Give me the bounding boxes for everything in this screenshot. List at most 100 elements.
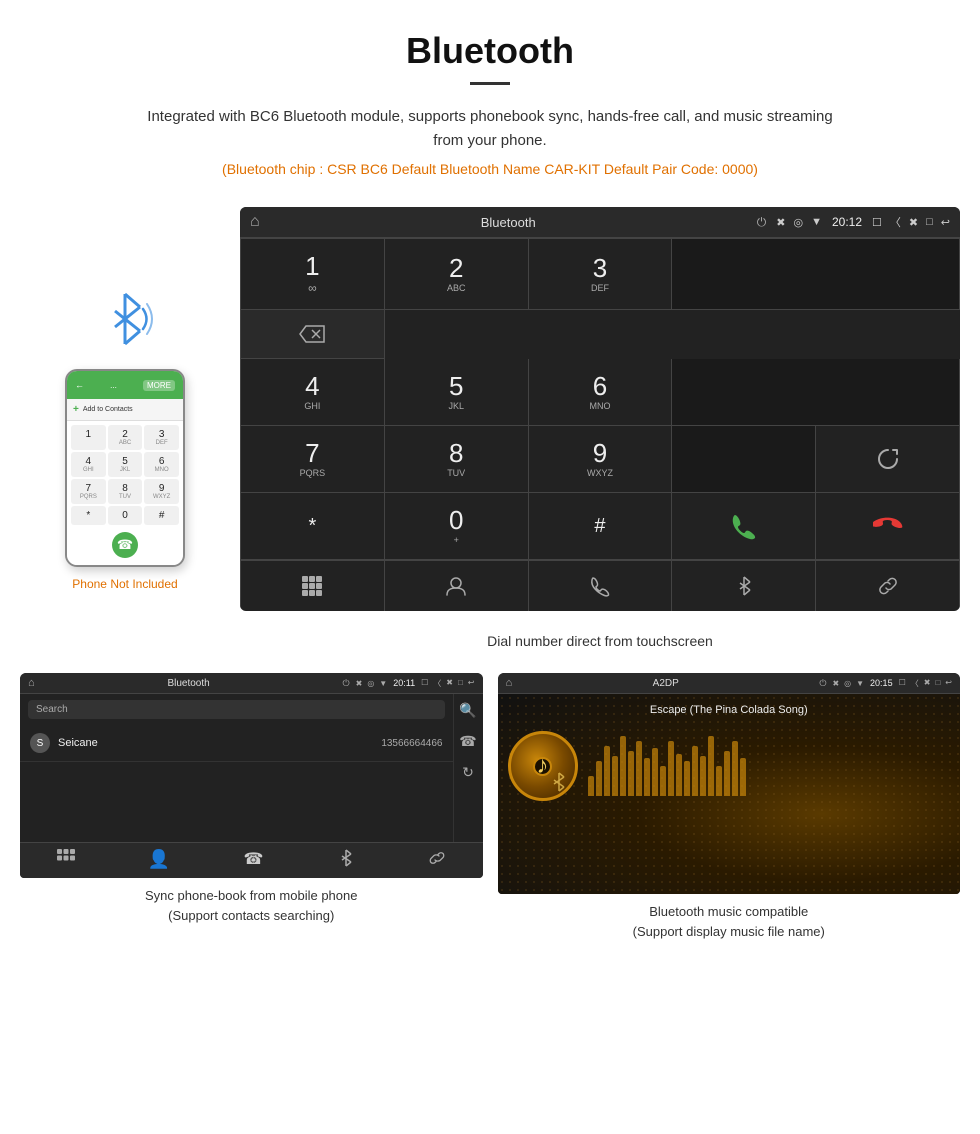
phone-key-1[interactable]: 1 (71, 425, 106, 450)
phone-key-5[interactable]: 5JKL (108, 452, 143, 477)
pb-win-icon[interactable]: □ (458, 678, 463, 689)
usb-icon: ⏻ (757, 215, 767, 230)
mu-extra-icons: ☐ 〈 ✖ □ ↩ (899, 678, 952, 689)
mu-time: 20:15 (870, 678, 893, 688)
link-bottom-icon[interactable] (816, 561, 960, 611)
mu-close-icon[interactable]: ✖ (924, 678, 931, 689)
pb-cam-icon[interactable]: ☐ (421, 678, 428, 689)
key-4[interactable]: 4 GHI (241, 359, 385, 426)
contacts-bottom-icon[interactable] (385, 561, 529, 611)
pb-close-icon[interactable]: ✖ (446, 678, 453, 689)
pb-home-icon[interactable]: ⌂ (28, 677, 35, 689)
mu-cam-icon[interactable]: ☐ (899, 678, 906, 689)
visualizer-bar (740, 758, 746, 796)
camera-icon[interactable]: ☐ (872, 216, 882, 229)
key-star[interactable]: * (241, 493, 385, 560)
key-hash[interactable]: # (529, 493, 673, 560)
music-header: ⌂ A2DP ⏻ ✖ ◎ ▼ 20:15 ☐ 〈 ✖ □ ↩ (498, 673, 961, 694)
close-icon[interactable]: ✖ (909, 216, 918, 229)
key-3[interactable]: 3 DEF (529, 239, 673, 310)
mu-vol-icon[interactable]: 〈 (911, 678, 919, 689)
phone-key-9[interactable]: 9WXYZ (144, 479, 179, 504)
mu-back-icon[interactable]: ↩ (945, 678, 952, 689)
search-side-icon[interactable]: 🔍 (459, 702, 476, 719)
music-note-icon: ♪ (537, 752, 549, 780)
contact-row[interactable]: S Seicane 13566664466 (20, 725, 453, 762)
pb-bluetooth-icon[interactable] (337, 849, 355, 872)
phone-top-bar: ← ... MORE (67, 371, 183, 399)
phonebook-side-icons: 🔍 ☎ ↻ (453, 694, 483, 842)
phone-side-icon[interactable]: ☎ (459, 733, 476, 750)
mu-usb-icon: ⏻ (819, 678, 826, 689)
delete-key[interactable] (241, 310, 385, 359)
music-player: Escape (The Pina Colada Song) ♪ (498, 694, 961, 894)
key-2[interactable]: 2 ABC (385, 239, 529, 310)
phone-add-contact: Add to Contacts (67, 399, 183, 421)
pb-link-icon[interactable] (428, 849, 446, 872)
mu-home-icon[interactable]: ⌂ (506, 677, 513, 689)
contact-name: Seicane (58, 737, 373, 749)
phonebook-caption: Sync phone-book from mobile phone (Suppo… (20, 886, 483, 925)
phone-key-7[interactable]: 7PQRS (71, 479, 106, 504)
pb-sig-icon: ▼ (379, 679, 387, 688)
phone-call-button[interactable]: ☎ (112, 532, 138, 558)
key-7[interactable]: 7 PQRS (241, 426, 385, 493)
call-green-button[interactable] (672, 493, 816, 560)
phonebook-screen: ⌂ Bluetooth ⏻ ✖ ◎ ▼ 20:11 ☐ 〈 ✖ □ ↩ (20, 673, 483, 878)
phone-key-2[interactable]: 2ABC (108, 425, 143, 450)
visualizer-bar (644, 758, 650, 796)
pb-grid-icon[interactable] (57, 849, 75, 872)
key-5[interactable]: 5 JKL (385, 359, 529, 426)
phone-not-included-label: Phone Not Included (72, 577, 177, 591)
search-placeholder-text: Search (36, 704, 68, 715)
key-8[interactable]: 8 TUV (385, 426, 529, 493)
call-red-button[interactable] (816, 493, 960, 560)
volume-icon[interactable]: 〈 (890, 214, 901, 230)
phone-bottom-icon[interactable] (529, 561, 673, 611)
key-0[interactable]: 0 + (385, 493, 529, 560)
bluetooth-icon (95, 289, 155, 349)
phone-more-btn: MORE (143, 380, 175, 391)
mu-sig-icon: ▼ (856, 679, 864, 688)
home-icon[interactable]: ⌂ (250, 213, 260, 231)
phone-key-0[interactable]: 0 (108, 506, 143, 525)
phone-key-4[interactable]: 4GHI (71, 452, 106, 477)
dial-header-icons: ✖ ◎ ▼ (776, 216, 822, 229)
pb-back-icon[interactable]: ↩ (468, 678, 475, 689)
bluetooth-bottom-icon[interactable] (672, 561, 816, 611)
phonebook-search-bar[interactable]: Search (28, 700, 445, 719)
phone-key-3[interactable]: 3DEF (144, 425, 179, 450)
visualizer-bar (604, 746, 610, 796)
phonebook-header: ⌂ Bluetooth ⏻ ✖ ◎ ▼ 20:11 ☐ 〈 ✖ □ ↩ (20, 673, 483, 694)
key-9[interactable]: 9 WXYZ (529, 426, 673, 493)
dialpad-bottom-icon[interactable] (241, 561, 385, 611)
phone-dialpad-grid: 1 2ABC 3DEF 4GHI 5JKL 6MNO 7PQRS 8TUV 9W… (71, 425, 179, 525)
key-1[interactable]: 1 ∞ (241, 239, 385, 310)
music-caption: Bluetooth music compatible (Support disp… (498, 902, 961, 941)
visualizer-bar (636, 741, 642, 796)
page-header: Bluetooth Integrated with BC6 Bluetooth … (0, 0, 980, 207)
music-content: Escape (The Pina Colada Song) ♪ (498, 694, 961, 821)
mu-win-icon[interactable]: □ (935, 678, 940, 689)
key-6[interactable]: 6 MNO (529, 359, 673, 426)
refresh-key[interactable] (816, 426, 960, 493)
phone-mockup: ← ... MORE Add to Contacts 1 2ABC 3DEF 4… (65, 369, 185, 567)
phone-key-hash[interactable]: # (144, 506, 179, 525)
dial-header: ⌂ Bluetooth ⏻ ✖ ◎ ▼ 20:12 ☐ 〈 ✖ □ ↩ (240, 207, 960, 238)
window-icon[interactable]: □ (926, 216, 933, 228)
bluetooth-specs: (Bluetooth chip : CSR BC6 Default Blueto… (60, 161, 920, 177)
pb-phone-icon[interactable]: ☎ (243, 849, 263, 872)
mu-title: A2DP (518, 678, 813, 689)
pb-person-icon[interactable]: 👤 (148, 849, 170, 872)
phone-key-8[interactable]: 8TUV (108, 479, 143, 504)
dial-screen-title: Bluetooth (270, 215, 747, 230)
mu-status-icons: ✖ ◎ ▼ (832, 679, 864, 688)
refresh-side-icon[interactable]: ↻ (462, 764, 474, 781)
phone-call-row: ☎ (71, 529, 179, 561)
back-icon[interactable]: ↩ (941, 216, 950, 229)
phone-key-6[interactable]: 6MNO (144, 452, 179, 477)
phone-key-star[interactable]: * (71, 506, 106, 525)
visualizer-bar (596, 761, 602, 796)
pb-extra-icons: ☐ 〈 ✖ □ ↩ (421, 678, 474, 689)
pb-vol-icon[interactable]: 〈 (433, 678, 441, 689)
